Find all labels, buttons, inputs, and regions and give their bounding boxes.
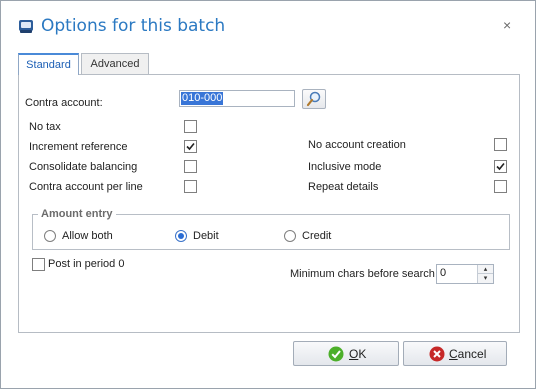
- minimum-chars-stepper[interactable]: 0 ▴ ▾: [436, 264, 494, 284]
- close-icon[interactable]: ×: [503, 18, 511, 32]
- debit-radio[interactable]: [175, 230, 187, 242]
- increment-reference-checkbox[interactable]: [184, 140, 197, 153]
- stepper-up-icon[interactable]: ▴: [478, 265, 493, 274]
- cancel-label: Cancel: [449, 347, 487, 361]
- contra-account-per-line-label: Contra account per line: [29, 181, 143, 193]
- repeat-details-checkbox[interactable]: [494, 180, 507, 193]
- green-check-icon: [328, 346, 344, 362]
- inclusive-mode-label: Inclusive mode: [308, 161, 382, 173]
- inclusive-mode-checkbox[interactable]: [494, 160, 507, 173]
- allow-both-label: Allow both: [62, 230, 113, 242]
- credit-label: Credit: [302, 230, 332, 242]
- checkmark-icon: [186, 142, 195, 151]
- standard-panel: [18, 74, 520, 333]
- title-bar: Options for this batch ×: [1, 1, 535, 45]
- amount-entry-label: Amount entry: [38, 208, 116, 220]
- dialog-title: Options for this batch: [41, 16, 226, 36]
- minimum-chars-label: Minimum chars before search: [290, 268, 435, 280]
- no-tax-label: No tax: [29, 121, 61, 133]
- post-in-period-label: Post in period 0: [48, 258, 125, 270]
- ok-label: OK: [349, 347, 367, 361]
- tab-standard[interactable]: Standard: [18, 53, 79, 75]
- increment-reference-label: Increment reference: [29, 141, 128, 153]
- debit-label: Debit: [193, 230, 219, 242]
- stepper-arrows: ▴ ▾: [477, 265, 493, 283]
- post-in-period-checkbox[interactable]: [32, 258, 45, 271]
- contra-account-label: Contra account:: [25, 97, 103, 109]
- minimum-chars-value: 0: [440, 267, 447, 279]
- no-account-creation-label: No account creation: [308, 139, 406, 151]
- contra-account-value: 010-000: [181, 92, 224, 105]
- no-account-creation-checkbox[interactable]: [494, 138, 507, 151]
- contra-account-input[interactable]: 010-000: [179, 90, 295, 107]
- red-x-icon: [429, 346, 445, 362]
- consolidate-balancing-checkbox[interactable]: [184, 160, 197, 173]
- magnifier-icon: [306, 91, 321, 107]
- cancel-button[interactable]: Cancel: [403, 341, 507, 366]
- credit-radio[interactable]: [284, 230, 296, 242]
- options-dialog: Options for this batch × Standard Advanc…: [0, 0, 536, 389]
- contra-account-per-line-checkbox[interactable]: [184, 180, 197, 193]
- contra-account-search-button[interactable]: [302, 89, 326, 109]
- tab-advanced[interactable]: Advanced: [81, 53, 149, 75]
- repeat-details-label: Repeat details: [308, 181, 379, 193]
- allow-both-radio[interactable]: [44, 230, 56, 242]
- checkmark-icon: [496, 162, 505, 171]
- consolidate-balancing-label: Consolidate balancing: [29, 161, 138, 173]
- no-tax-checkbox[interactable]: [184, 120, 197, 133]
- batch-app-icon: [18, 18, 34, 34]
- stepper-down-icon[interactable]: ▾: [478, 274, 493, 283]
- ok-button[interactable]: OK: [293, 341, 399, 366]
- radio-selected-dot: [178, 233, 184, 239]
